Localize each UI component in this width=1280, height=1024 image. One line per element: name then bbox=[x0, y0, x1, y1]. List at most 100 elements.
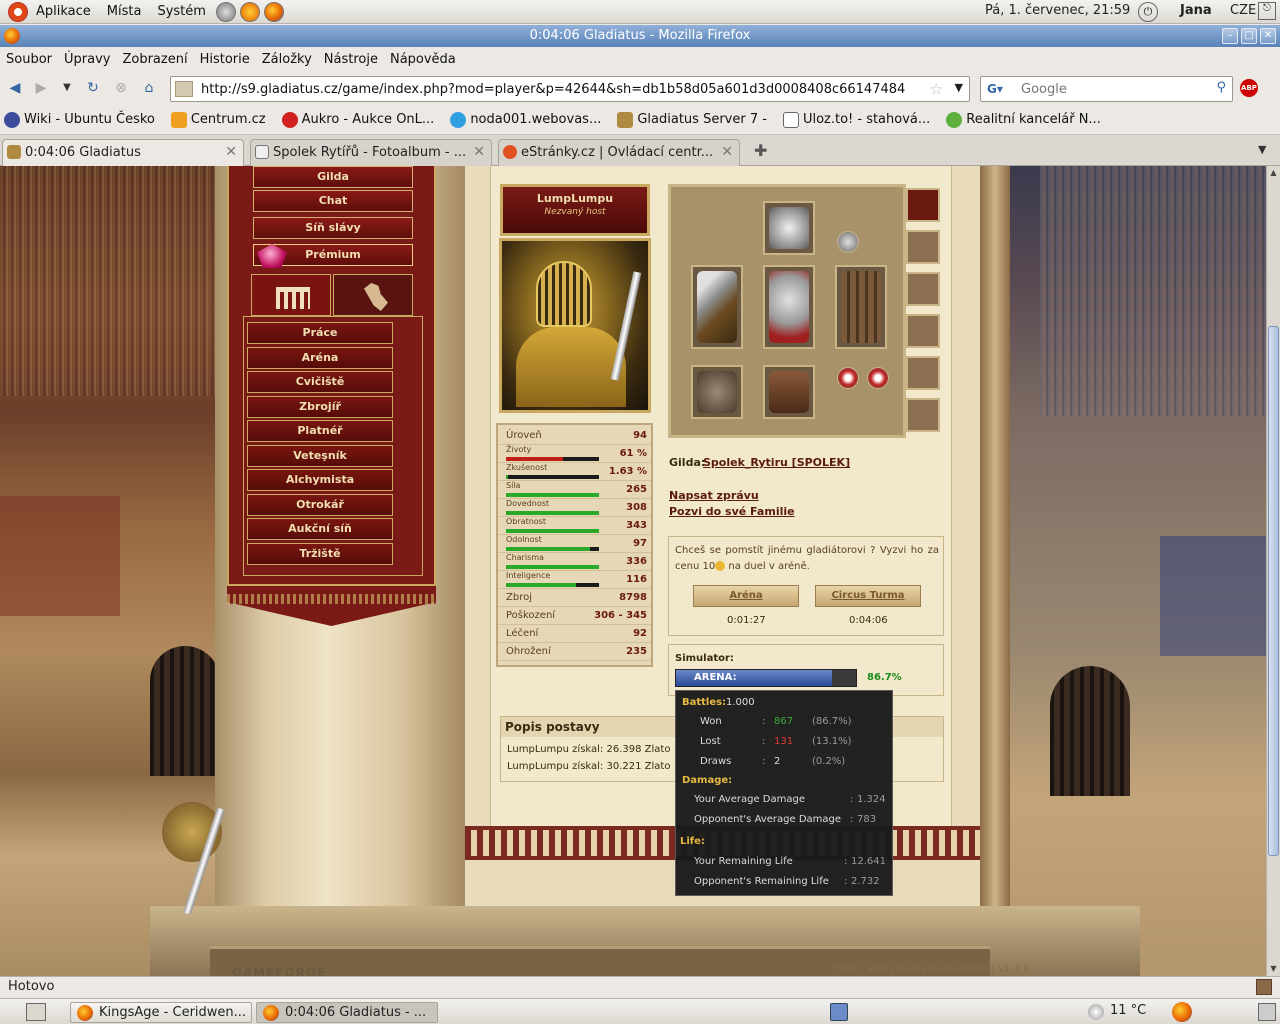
slot-gloves[interactable] bbox=[691, 365, 743, 419]
scroll-down-icon[interactable]: ▼ bbox=[1267, 962, 1280, 976]
scroll-thumb[interactable] bbox=[1268, 326, 1279, 856]
boots-item[interactable] bbox=[769, 371, 809, 413]
nav-auction-house[interactable]: Aukční síň bbox=[247, 518, 393, 540]
side-slot[interactable] bbox=[906, 398, 940, 432]
launcher-icon[interactable] bbox=[215, 1, 236, 22]
minimize-button[interactable]: – bbox=[1222, 28, 1238, 44]
close-tab-icon[interactable]: ✕ bbox=[721, 140, 733, 165]
amulet-item[interactable] bbox=[837, 231, 859, 253]
vertical-scrollbar[interactable]: ▲ ▼ bbox=[1266, 166, 1280, 976]
circus-turma-button[interactable]: Circus Turma bbox=[815, 585, 921, 607]
status-addon-icon[interactable] bbox=[1256, 979, 1272, 995]
firefox-tray-icon[interactable] bbox=[1172, 1002, 1192, 1022]
trash-icon[interactable] bbox=[1258, 1003, 1276, 1021]
side-slot[interactable] bbox=[906, 230, 940, 264]
search-box[interactable]: G▾ ⚲ bbox=[980, 76, 1233, 102]
helmet-item[interactable] bbox=[769, 207, 809, 249]
site-identity-icon[interactable] bbox=[175, 81, 193, 97]
guild-link[interactable]: Spolek_Rytiru [SPOLEK] bbox=[703, 456, 850, 469]
power-icon[interactable]: ⏻ bbox=[1138, 2, 1158, 22]
bookmark-item[interactable]: Centrum.cz bbox=[167, 111, 266, 128]
menu-guild[interactable]: Gilda bbox=[253, 166, 413, 188]
send-message-link[interactable]: Napsat zprávu bbox=[669, 489, 759, 502]
show-desktop-icon[interactable] bbox=[26, 1003, 46, 1021]
launcher-firefox-icon[interactable] bbox=[239, 1, 260, 22]
google-engine-icon[interactable]: G▾ bbox=[983, 80, 1017, 98]
nav-alchemist[interactable]: Alchymista bbox=[247, 469, 393, 491]
menu-view[interactable]: Zobrazení bbox=[116, 52, 193, 67]
tab-city[interactable] bbox=[251, 274, 331, 316]
keyboard-layout[interactable]: CZE bbox=[1230, 3, 1256, 18]
scroll-up-icon[interactable]: ▲ bbox=[1267, 166, 1280, 180]
maximize-button[interactable]: □ bbox=[1241, 28, 1257, 44]
footer-links[interactable]: Tiráž | VOP | Ochrana soukromí | v1.3.0 bbox=[833, 964, 1030, 975]
nav-training[interactable]: Cvičiště bbox=[247, 371, 393, 393]
back-icon[interactable]: ◀ bbox=[6, 79, 24, 97]
stop-icon[interactable]: ⊗ bbox=[112, 79, 130, 97]
menu-system[interactable]: Systém bbox=[149, 4, 213, 19]
menu-history[interactable]: Historie bbox=[194, 52, 256, 67]
bookmark-item[interactable]: Gladiatus Server 7 - bbox=[613, 111, 767, 128]
close-tab-icon[interactable]: ✕ bbox=[473, 140, 485, 165]
side-slot[interactable] bbox=[906, 314, 940, 348]
bookmark-item[interactable]: Aukro - Aukce OnL... bbox=[278, 111, 434, 128]
ring-item-2[interactable] bbox=[867, 367, 889, 389]
slot-weapon[interactable] bbox=[691, 265, 743, 349]
nav-armory[interactable]: Zbrojíř bbox=[247, 396, 393, 418]
gloves-item[interactable] bbox=[697, 371, 737, 413]
bookmark-star-icon[interactable]: ☆ bbox=[930, 80, 943, 98]
url-dropdown-icon[interactable]: ▼ bbox=[955, 81, 963, 94]
menu-edit[interactable]: Úpravy bbox=[58, 52, 116, 67]
tab-list-icon[interactable]: ▼ bbox=[1258, 143, 1266, 156]
nav-work[interactable]: Práce bbox=[247, 322, 393, 344]
home-icon[interactable]: ⌂ bbox=[140, 79, 158, 97]
side-slot[interactable] bbox=[906, 272, 940, 306]
bookmark-item[interactable]: Wiki - Ubuntu Česko bbox=[0, 111, 155, 128]
axe-item[interactable] bbox=[697, 271, 737, 343]
slot-armor[interactable] bbox=[763, 265, 815, 349]
taskbar-kingsage[interactable]: KingsAge - Ceridwen... bbox=[70, 1002, 252, 1023]
nav-arena[interactable]: Aréna bbox=[247, 347, 393, 369]
menu-file[interactable]: Soubor bbox=[0, 52, 58, 67]
bookmark-item[interactable]: Realitní kancelář N... bbox=[942, 111, 1101, 128]
nav-market[interactable]: Tržiště bbox=[247, 543, 393, 565]
nav-slaver[interactable]: Otrokář bbox=[247, 494, 393, 516]
taskbar-gladiatus[interactable]: 0:04:06 Gladiatus - ... bbox=[256, 1002, 438, 1023]
search-input[interactable] bbox=[1021, 80, 1201, 98]
tab-map[interactable] bbox=[333, 274, 413, 316]
gameforge-logo[interactable]: GAMEFORGE bbox=[232, 966, 326, 976]
close-tab-icon[interactable]: ✕ bbox=[225, 140, 237, 165]
tab-gladiatus[interactable]: 0:04:06 Gladiatus ✕ bbox=[2, 139, 244, 167]
menu-help[interactable]: Nápověda bbox=[384, 52, 462, 67]
bookmark-item[interactable]: Uloz.to! - stahová... bbox=[779, 111, 930, 128]
menu-applications[interactable]: Aplikace bbox=[28, 4, 99, 19]
close-button[interactable]: ✕ bbox=[1260, 28, 1276, 44]
user-name[interactable]: Jana bbox=[1180, 3, 1212, 18]
url-text[interactable]: http://s9.gladiatus.cz/game/index.php?mo… bbox=[201, 82, 905, 97]
logout-icon[interactable]: ⎋ bbox=[1258, 2, 1276, 20]
armor-item[interactable] bbox=[769, 271, 809, 343]
menu-hall-of-fame[interactable]: Síň slávy bbox=[253, 217, 413, 239]
slot-shield[interactable] bbox=[835, 265, 887, 349]
menu-chat[interactable]: Chat bbox=[253, 190, 413, 212]
inventory-toggle-icon[interactable] bbox=[906, 188, 940, 222]
slot-helmet[interactable] bbox=[763, 201, 815, 255]
url-bar[interactable]: http://s9.gladiatus.cz/game/index.php?mo… bbox=[170, 76, 970, 102]
bookmark-item[interactable]: noda001.webovas... bbox=[446, 111, 601, 128]
invite-family-link[interactable]: Pozvi do své Familie bbox=[669, 505, 795, 518]
nav-armorer[interactable]: Platnéř bbox=[247, 420, 393, 442]
menu-bookmarks[interactable]: Záložky bbox=[256, 52, 318, 67]
simulator-bar[interactable]: ARENA: bbox=[675, 669, 857, 687]
ring-item-1[interactable] bbox=[837, 367, 859, 389]
forward-icon[interactable]: ▶ bbox=[32, 79, 50, 97]
firefox-icon[interactable] bbox=[263, 1, 284, 22]
weather-temp[interactable]: 11 °C bbox=[1110, 1003, 1146, 1018]
menu-tools[interactable]: Nástroje bbox=[318, 52, 384, 67]
slot-boots[interactable] bbox=[763, 365, 815, 419]
menu-places[interactable]: Místa bbox=[99, 4, 150, 19]
nav-junk-dealer[interactable]: Veteşník bbox=[247, 445, 393, 467]
search-icon[interactable]: ⚲ bbox=[1216, 80, 1226, 95]
tab-estranky[interactable]: eStránky.cz | Ovládací centr... ✕ bbox=[498, 139, 740, 166]
arena-button[interactable]: Aréna bbox=[693, 585, 799, 607]
side-slot[interactable] bbox=[906, 356, 940, 390]
